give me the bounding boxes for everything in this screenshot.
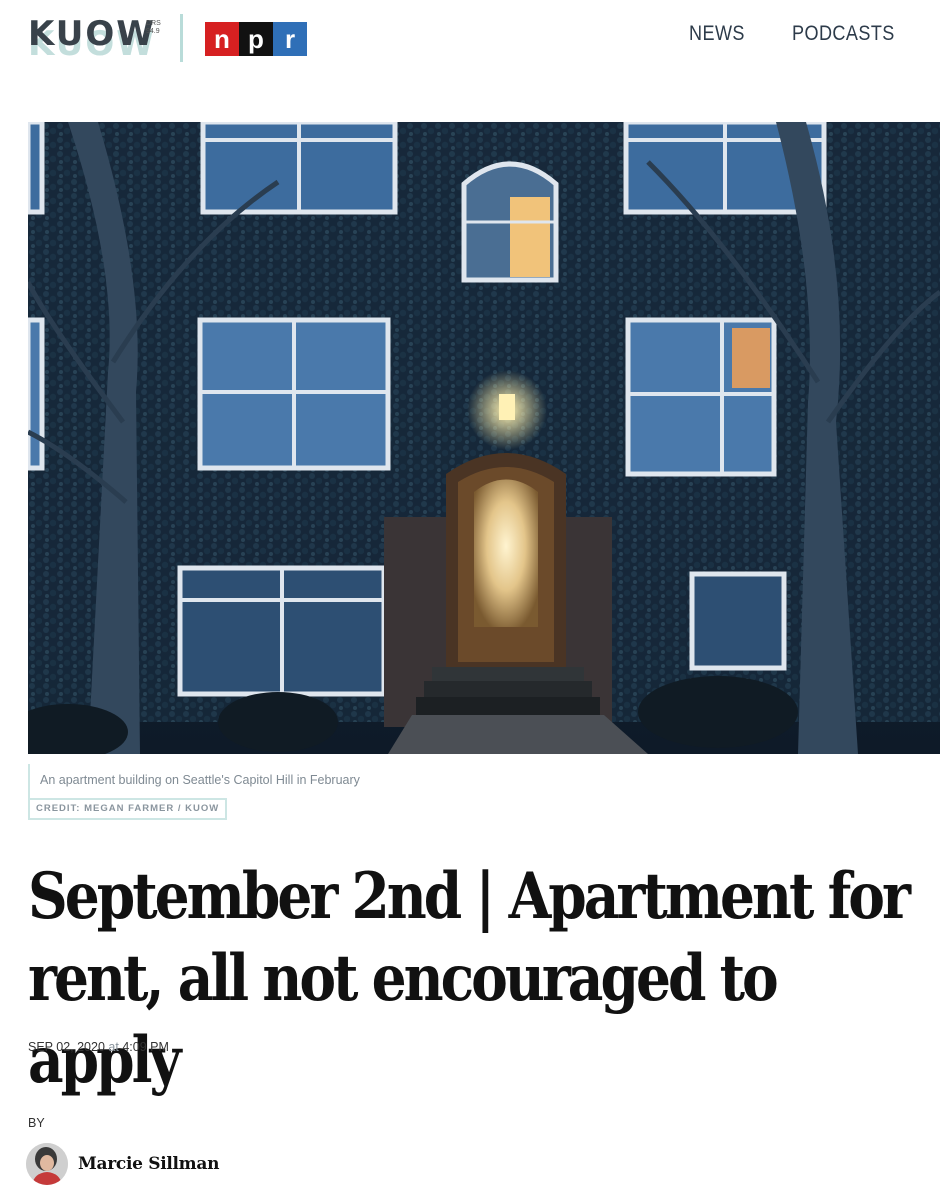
kuow-frequency-line2: 94.9: [146, 28, 160, 35]
image-credit: CREDIT: MEGAN FARMER / KUOW: [28, 798, 228, 820]
hero-image: [28, 122, 940, 754]
npr-logo-r: r: [273, 22, 307, 56]
nav-podcasts[interactable]: PODCASTS: [792, 22, 895, 46]
article-time: 4:09 PM: [122, 1040, 169, 1054]
image-caption: An apartment building on Seattle's Capit…: [40, 773, 360, 787]
npr-logo-p: p: [239, 22, 273, 56]
logo-divider: [180, 14, 183, 62]
byline-label: BY: [28, 1116, 45, 1130]
nav-news[interactable]: NEWS: [689, 22, 745, 46]
npr-logo[interactable]: n p r: [205, 22, 307, 56]
article-headline: September 2nd | Apartment for rent, all …: [28, 859, 911, 1098]
site-header: KUOW KUOW DRS 94.9 n p r NEWS PODCASTS: [0, 0, 940, 80]
kuow-logo-text: KUOW: [28, 14, 156, 54]
npr-logo-n: n: [205, 22, 239, 56]
apartment-building-illustration: [28, 122, 940, 754]
author-byline[interactable]: Marcie Sillman: [26, 1143, 219, 1185]
article-date: SEP 02, 2020: [28, 1040, 105, 1054]
kuow-frequency-line1: DRS: [146, 20, 161, 27]
kuow-logo[interactable]: KUOW KUOW DRS 94.9: [28, 14, 168, 64]
author-name-link[interactable]: Marcie Sillman: [78, 1154, 219, 1174]
article-dateline: SEP 02, 2020 at 4:09 PM: [28, 1040, 169, 1054]
author-avatar-image: [26, 1143, 68, 1185]
main-nav: NEWS PODCASTS: [689, 22, 912, 46]
image-caption-block: An apartment building on Seattle's Capit…: [28, 764, 630, 820]
author-avatar[interactable]: [26, 1143, 68, 1185]
article-date-at: at: [108, 1040, 119, 1054]
kuow-frequency: DRS 94.9: [146, 20, 161, 36]
